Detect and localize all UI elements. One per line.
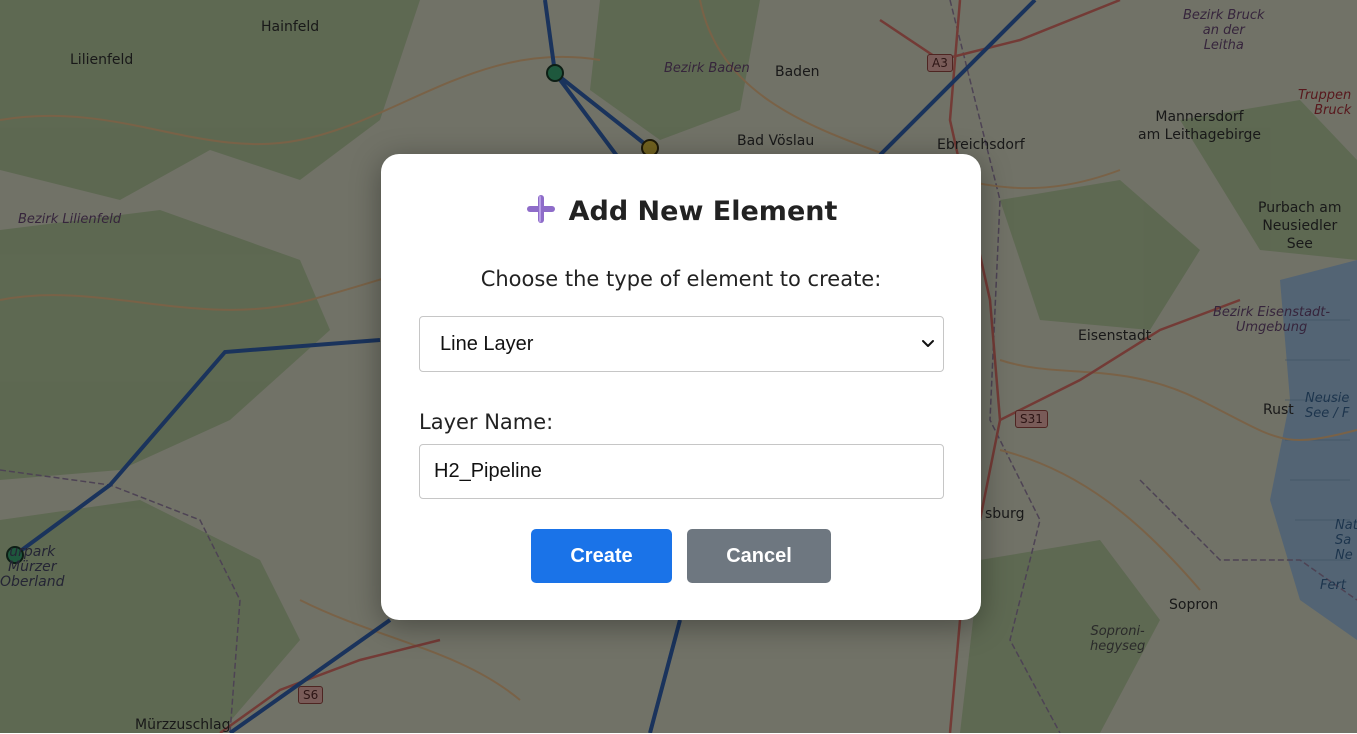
- dialog-prompt: Choose the type of element to create:: [480, 267, 882, 291]
- cancel-button[interactable]: Cancel: [687, 529, 831, 583]
- element-type-select[interactable]: Line Layer: [419, 316, 944, 372]
- dialog-title: Add New Element: [381, 192, 981, 232]
- add-element-dialog: Add New Element Choose the type of eleme…: [381, 154, 981, 620]
- layer-name-input[interactable]: [419, 444, 944, 499]
- create-button[interactable]: Create: [531, 529, 672, 583]
- dialog-title-text: Add New Element: [568, 196, 838, 227]
- element-type-selected-value: Line Layer: [440, 333, 534, 355]
- chevron-down-icon: [922, 340, 934, 347]
- plus-icon: [526, 195, 555, 223]
- layer-name-label: Layer Name:: [419, 410, 554, 434]
